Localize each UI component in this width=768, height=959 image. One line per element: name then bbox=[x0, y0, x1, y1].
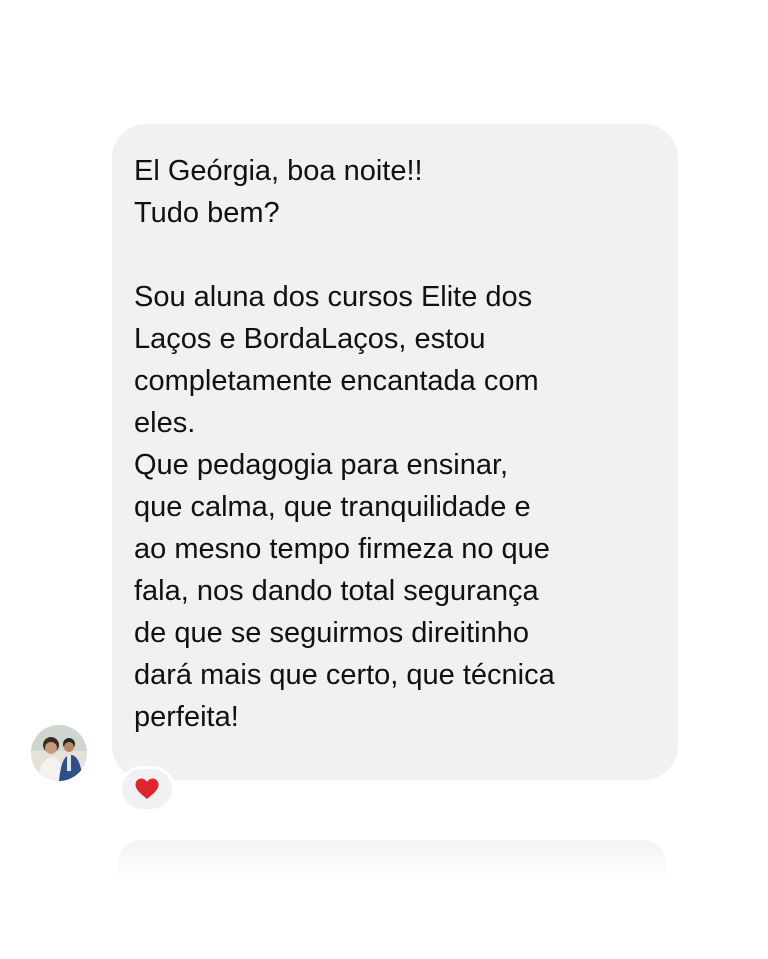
message-line: de que se seguirmos direitinho bbox=[134, 617, 529, 649]
message-line: Laços e BordaLaços, estou bbox=[134, 323, 486, 355]
avatar[interactable] bbox=[31, 725, 87, 781]
message-line: eles. bbox=[134, 407, 196, 439]
message-line: dará mais que certo, que técnica bbox=[134, 659, 555, 691]
message-line bbox=[134, 234, 658, 276]
message-bubble[interactable]: El Geórgia, boa noite!! Tudo bem? Sou al… bbox=[112, 124, 678, 780]
message-line: Que pedagogia para ensinar, bbox=[134, 449, 509, 481]
reaction-badge[interactable] bbox=[119, 766, 175, 812]
message-line: ao mesno tempo firmeza no que bbox=[134, 533, 550, 565]
message-line: que calma, que tranquilidade e bbox=[134, 491, 531, 523]
message-line: completamente encantada com bbox=[134, 365, 539, 397]
avatar-photo bbox=[31, 725, 87, 781]
message-line: perfeita! bbox=[134, 701, 239, 733]
message-line: Tudo bem? bbox=[134, 197, 280, 229]
next-message-bubble bbox=[118, 840, 666, 880]
message-line: fala, nos dando total segurança bbox=[134, 575, 539, 607]
message-line: Sou aluna dos cursos Elite dos bbox=[134, 281, 533, 313]
chat-view: El Geórgia, boa noite!! Tudo bem? Sou al… bbox=[0, 0, 768, 959]
message-line: El Geórgia, boa noite!! bbox=[134, 155, 423, 187]
heart-icon bbox=[135, 778, 159, 799]
